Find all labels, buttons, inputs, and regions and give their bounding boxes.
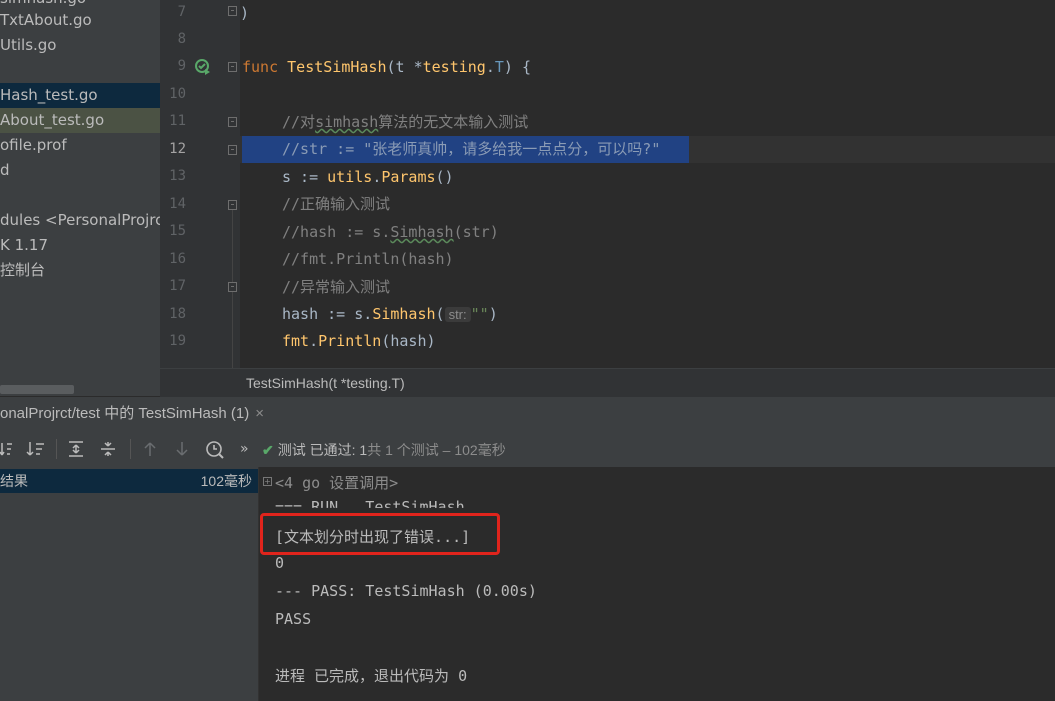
parameter-hint: str:: [444, 307, 471, 322]
status-detail: 共 1 个测试 – 102毫秒: [367, 442, 506, 458]
fold-marker-icon[interactable]: [228, 117, 237, 127]
check-icon: ✔: [262, 442, 274, 458]
code-line-16: //fmt.Println(hash): [282, 250, 454, 268]
tree-item-external-modules[interactable]: dules <PersonalProjrct: [0, 208, 160, 233]
run-test-icon[interactable]: [194, 58, 212, 76]
horizontal-scrollbar[interactable]: [0, 385, 74, 394]
code-line-12: //str := "张老师真帅，请多给我一点点分，可以吗?": [282, 140, 661, 158]
line-number: 14: [169, 196, 186, 212]
console-line-exit: 进程 已完成，退出代码为 0: [275, 667, 468, 685]
toolbar-separator: [56, 439, 57, 459]
test-status: ✔ 测试 已通过: 1共 1 个测试 – 102毫秒: [262, 440, 506, 460]
line-number: 13: [169, 168, 186, 184]
code-line-7: ): [240, 4, 250, 22]
close-tab-icon[interactable]: ×: [255, 405, 264, 422]
breadcrumb[interactable]: TestSimHash(t *testing.T): [160, 368, 1055, 398]
test-result-time: 102毫秒: [200, 473, 252, 489]
line-number: 7: [177, 4, 186, 20]
collapse-all-icon[interactable]: [98, 440, 118, 458]
fold-marker-icon[interactable]: [228, 145, 237, 155]
tree-item-selected[interactable]: Hash_test.go: [0, 83, 160, 108]
code-line-19: fmt.Println(hash): [282, 332, 436, 350]
tree-item[interactable]: d: [0, 158, 160, 183]
run-toolbar: » ✔ 测试 已通过: 1共 1 个测试 – 102毫秒: [0, 431, 1055, 467]
line-number: 8: [177, 31, 186, 47]
code-editor[interactable]: ) func TestSimHash(t *testing.T) { //对si…: [240, 0, 1055, 368]
tree-item[interactable]: TxtAbout.go: [0, 8, 160, 33]
fold-marker-icon[interactable]: [228, 282, 237, 292]
more-icon[interactable]: »: [240, 439, 249, 459]
line-number: 9: [177, 58, 186, 74]
fold-marker-icon[interactable]: [228, 62, 237, 72]
code-line-9: func TestSimHash(t *testing.T) {: [242, 58, 531, 76]
line-number-current: 12: [169, 141, 186, 157]
code-line-13: s := utils.Params(): [282, 168, 454, 186]
fold-marker-icon[interactable]: [228, 200, 237, 210]
line-number: 10: [169, 86, 186, 102]
run-tab-label: onalProjrct/test 中的 TestSimHash (1): [0, 405, 250, 422]
tree-item[interactable]: Utils.go: [0, 33, 160, 58]
console-output[interactable]: + <4 go 设置调用> === RUN TestSimHash [文本划分时…: [258, 467, 1055, 701]
line-number: 15: [169, 223, 186, 239]
annotation-highlight-box: [260, 513, 500, 555]
test-history-icon[interactable]: [205, 440, 225, 460]
run-tabs: onalProjrct/test 中的 TestSimHash (1) ×: [0, 397, 1055, 432]
tree-item-sdk[interactable]: K 1.17: [0, 233, 160, 258]
code-line-15: //hash := s.Simhash(str): [282, 223, 499, 241]
code-line-11: //对simhash算法的无文本输入测试: [282, 113, 529, 131]
run-tab[interactable]: onalProjrct/test 中的 TestSimHash (1) ×: [0, 397, 274, 431]
console-line: 0: [275, 554, 285, 572]
breadcrumb-item[interactable]: TestSimHash(t *testing.T): [246, 375, 405, 391]
code-line-17: //异常输入测试: [282, 278, 391, 296]
line-number: 11: [169, 113, 186, 129]
test-result-row[interactable]: 结果 102毫秒: [0, 469, 258, 493]
line-number: 19: [169, 333, 186, 349]
toolbar-separator: [130, 439, 131, 459]
code-line-18: hash := s.Simhash(str: ""): [282, 305, 498, 323]
expand-all-icon[interactable]: [66, 440, 86, 458]
previous-failed-icon[interactable]: [142, 440, 158, 458]
line-number: 18: [169, 306, 186, 322]
fold-marker-icon[interactable]: [228, 6, 237, 16]
fold-guide: [232, 292, 233, 368]
sort-duration-icon[interactable]: [26, 440, 46, 458]
fold-guide: [232, 210, 233, 282]
console-line: PASS: [275, 610, 312, 628]
line-number: 17: [169, 278, 186, 294]
tree-item-console[interactable]: 控制台: [0, 258, 160, 283]
console-line: <4 go 设置调用>: [275, 474, 399, 492]
expand-icon[interactable]: +: [263, 477, 272, 486]
code-line-14: //正确输入测试: [282, 195, 391, 213]
test-results-tree: 结果 102毫秒: [0, 467, 258, 701]
editor-gutter: 7 8 9 10 11 12 13 14 15 16 17 18 19: [160, 0, 240, 368]
test-result-label: 结果: [0, 473, 28, 489]
status-passed: 测试 已通过: 1: [277, 442, 368, 458]
next-failed-icon[interactable]: [174, 440, 190, 458]
tree-item[interactable]: ofile.prof: [0, 133, 160, 158]
line-number: 16: [169, 251, 186, 267]
console-line: --- PASS: TestSimHash (0.00s): [275, 582, 537, 600]
tree-item-highlighted[interactable]: About_test.go: [0, 108, 160, 133]
sort-alpha-icon[interactable]: [0, 440, 14, 458]
project-tree: simhash.go TxtAbout.go Utils.go Hash_tes…: [0, 0, 160, 396]
